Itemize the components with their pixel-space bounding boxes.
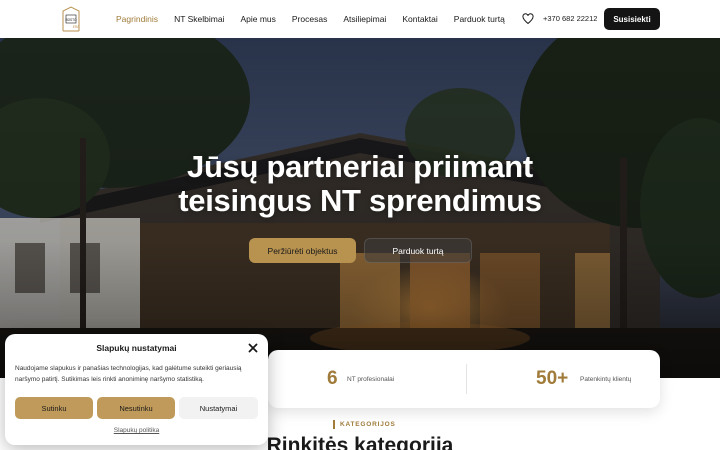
stat-professionals-value: 6: [327, 368, 338, 389]
contact-button[interactable]: Susisiekti: [604, 8, 660, 30]
heart-icon[interactable]: [522, 13, 534, 25]
site-header: BŪSTO ERA Pagrindinis NT Skelbimai Apie …: [0, 0, 720, 38]
view-listings-button[interactable]: Peržiūrėti objektus: [249, 238, 356, 263]
cookie-settings-button[interactable]: Nustatymai: [179, 397, 258, 419]
stats-divider: [466, 364, 467, 394]
cookie-modal-title: Slapukų nustatymai: [96, 343, 177, 353]
stats-card: 6 NT profesionalai 50+ Patenkintų klient…: [268, 350, 660, 408]
nav-item-pagrindinis[interactable]: Pagrindinis: [116, 14, 158, 24]
hero-title-line-2: teisingus NT sprendimus: [178, 183, 542, 218]
svg-text:ERA: ERA: [73, 25, 80, 29]
cookie-consent-modal: Slapukų nustatymai Naudojame slapukus ir…: [5, 334, 268, 445]
cookie-modal-text: Naudojame slapukus ir panašias technolog…: [15, 365, 242, 383]
hero-section: Jūsų partneriai priimant teisingus NT sp…: [0, 38, 720, 378]
stat-professionals-label: NT profesionalai: [347, 376, 395, 383]
cookie-accept-button[interactable]: Sutinku: [15, 397, 93, 419]
cookie-policy-link[interactable]: Slapukų politika: [5, 427, 268, 434]
nav-item-parduok-turta[interactable]: Parduok turtą: [454, 14, 505, 24]
nav-item-apie-mus[interactable]: Apie mus: [240, 14, 275, 24]
nav-item-kontaktai[interactable]: Kontaktai: [402, 14, 437, 24]
main-nav: Pagrindinis NT Skelbimai Apie mus Proces…: [116, 0, 521, 38]
categories-tag: KATEGORIJOS: [333, 420, 396, 429]
nav-item-atsiliepimai[interactable]: Atsiliepimai: [343, 14, 386, 24]
nav-item-procesas[interactable]: Procesas: [292, 14, 327, 24]
svg-text:BŪSTO: BŪSTO: [66, 18, 77, 22]
stat-clients-label: Patenkintų klientų: [580, 376, 632, 383]
stat-clients-value: 50+: [536, 368, 569, 389]
logo[interactable]: BŪSTO ERA: [58, 5, 84, 33]
close-icon[interactable]: [248, 343, 258, 353]
sell-property-button[interactable]: Parduok turtą: [364, 238, 472, 263]
cookie-decline-button[interactable]: Nesutinku: [97, 397, 175, 419]
hero-title-line-1: Jūsų partneriai priimant: [187, 149, 533, 184]
nav-item-nt-skelbimai[interactable]: NT Skelbimai: [174, 14, 224, 24]
phone-number[interactable]: +370 682 22212: [543, 14, 597, 23]
hero-title: Jūsų partneriai priimant teisingus NT sp…: [0, 150, 720, 218]
